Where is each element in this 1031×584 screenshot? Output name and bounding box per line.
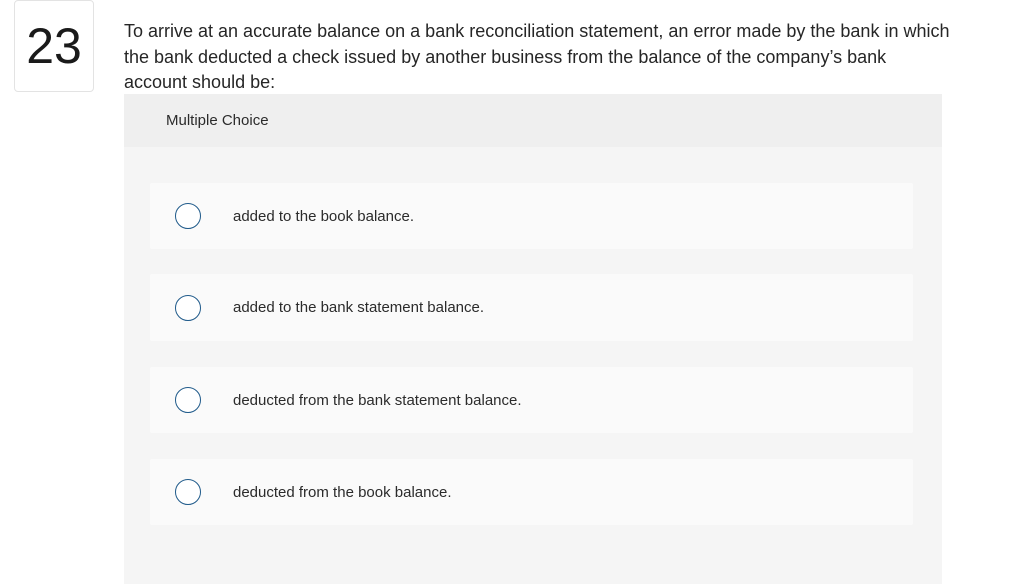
option-label: deducted from the book balance. bbox=[233, 483, 452, 501]
answer-panel: Multiple Choice added to the book balanc… bbox=[124, 94, 942, 584]
option-label: deducted from the bank statement balance… bbox=[233, 391, 522, 409]
option-label: added to the book balance. bbox=[233, 207, 414, 225]
option-2[interactable]: added to the bank statement balance. bbox=[150, 274, 913, 341]
options-list: added to the book balance. added to the … bbox=[124, 147, 942, 584]
answer-type-label: Multiple Choice bbox=[124, 94, 942, 147]
question-number: 23 bbox=[14, 0, 94, 92]
question-page: 23 To arrive at an accurate balance on a… bbox=[0, 0, 1031, 584]
question-text: To arrive at an accurate balance on a ba… bbox=[124, 21, 950, 92]
radio-button-icon[interactable] bbox=[175, 479, 201, 505]
option-3[interactable]: deducted from the bank statement balance… bbox=[150, 367, 913, 433]
option-1[interactable]: added to the book balance. bbox=[150, 183, 913, 249]
radio-button-icon[interactable] bbox=[175, 294, 201, 321]
option-4[interactable]: deducted from the book balance. bbox=[150, 459, 913, 525]
radio-button-icon[interactable] bbox=[175, 387, 201, 413]
option-label: added to the bank statement balance. bbox=[233, 299, 485, 316]
radio-button-icon[interactable] bbox=[175, 203, 201, 229]
